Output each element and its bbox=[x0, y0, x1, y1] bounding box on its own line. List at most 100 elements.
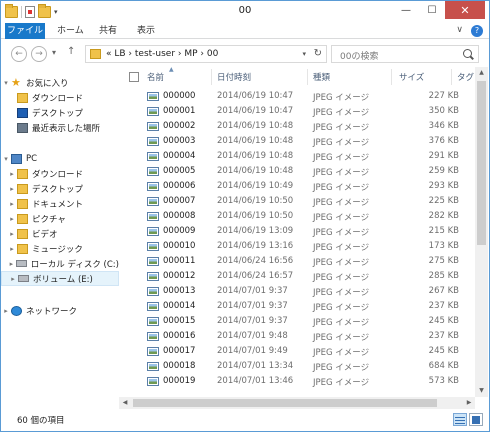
tab-home[interactable]: ホーム bbox=[57, 23, 84, 39]
file-row[interactable]: 000018 2014/07/01 13:34 JPEG イメージ 684 KB bbox=[119, 359, 475, 374]
chevron-down-icon[interactable]: ▾ bbox=[1, 155, 11, 163]
vertical-scrollbar[interactable]: ▲ ▼ bbox=[475, 67, 488, 397]
tab-view[interactable]: 表示 bbox=[137, 23, 155, 39]
vertical-scroll-thumb[interactable] bbox=[477, 81, 486, 245]
file-row[interactable]: 000015 2014/07/01 9:37 JPEG イメージ 245 KB bbox=[119, 314, 475, 329]
file-date: 2014/06/19 10:47 bbox=[217, 106, 294, 116]
chevron-right-icon[interactable]: ▸ bbox=[8, 275, 18, 283]
file-row[interactable]: 000012 2014/06/24 16:57 JPEG イメージ 285 KB bbox=[119, 269, 475, 284]
column-type[interactable]: 種類 bbox=[313, 71, 330, 83]
address-bar[interactable]: « LB › test-user › MP › 00 ▾ ↻ bbox=[85, 45, 327, 63]
horizontal-scroll-thumb[interactable] bbox=[133, 399, 437, 407]
chevron-right-icon[interactable]: ▸ bbox=[7, 185, 17, 193]
maximize-button[interactable]: ☐ bbox=[419, 1, 445, 19]
file-row[interactable]: 000001 2014/06/19 10:47 JPEG イメージ 350 KB bbox=[119, 104, 475, 119]
nav-pc[interactable]: ▾ PC bbox=[1, 151, 119, 166]
jpeg-file-icon bbox=[147, 152, 159, 161]
file-row[interactable]: 000002 2014/06/19 10:48 JPEG イメージ 346 KB bbox=[119, 119, 475, 134]
nav-pc-pictures[interactable]: ▸ ピクチャ bbox=[1, 211, 119, 226]
explorer-window: ▾ 00 — ☐ ✕ ファイル ホーム 共有 表示 ∨ ? ← → ▾ ↑ « … bbox=[0, 0, 490, 432]
select-all-checkbox[interactable] bbox=[129, 72, 139, 82]
column-size[interactable]: サイズ bbox=[399, 71, 424, 83]
recent-locations-dropdown[interactable]: ▾ bbox=[52, 48, 56, 57]
file-row[interactable]: 000011 2014/06/24 16:56 JPEG イメージ 275 KB bbox=[119, 254, 475, 269]
file-row[interactable]: 000006 2014/06/19 10:49 JPEG イメージ 293 KB bbox=[119, 179, 475, 194]
file-row[interactable]: 000017 2014/07/01 9:49 JPEG イメージ 245 KB bbox=[119, 344, 475, 359]
chevron-right-icon[interactable]: ▸ bbox=[7, 200, 17, 208]
horizontal-scrollbar[interactable]: ◀ ▶ bbox=[119, 397, 475, 409]
nav-pc-documents[interactable]: ▸ ドキュメント bbox=[1, 196, 119, 211]
nav-favorites-recent[interactable]: 最近表示した場所 bbox=[1, 120, 119, 135]
jpeg-file-icon bbox=[147, 242, 159, 251]
scroll-left-icon[interactable]: ◀ bbox=[119, 397, 131, 409]
file-row[interactable]: 000005 2014/06/19 10:48 JPEG イメージ 259 KB bbox=[119, 164, 475, 179]
scroll-down-icon[interactable]: ▼ bbox=[475, 385, 488, 397]
file-row[interactable]: 000009 2014/06/19 13:09 JPEG イメージ 215 KB bbox=[119, 224, 475, 239]
chevron-right-icon[interactable]: ▸ bbox=[7, 245, 17, 253]
chevron-right-icon[interactable]: ▸ bbox=[1, 307, 11, 315]
column-tag[interactable]: タグ bbox=[457, 71, 474, 83]
jpeg-file-icon bbox=[147, 287, 159, 296]
file-row[interactable]: 000016 2014/07/01 9:48 JPEG イメージ 237 KB bbox=[119, 329, 475, 344]
file-type: JPEG イメージ bbox=[313, 288, 370, 298]
back-button[interactable]: ← bbox=[11, 46, 27, 62]
downloads-folder-icon bbox=[17, 92, 28, 103]
close-button[interactable]: ✕ bbox=[445, 1, 485, 19]
nav-pc-local-disk[interactable]: ▸ ローカル ディスク (C:) bbox=[1, 256, 119, 271]
chevron-down-icon[interactable]: ▾ bbox=[1, 79, 11, 87]
file-name: 000015 bbox=[163, 316, 196, 326]
drive-icon bbox=[18, 275, 29, 282]
up-button[interactable]: ↑ bbox=[67, 46, 75, 57]
file-row[interactable]: 000008 2014/06/19 10:50 JPEG イメージ 282 KB bbox=[119, 209, 475, 224]
chevron-right-icon[interactable]: ▸ bbox=[7, 260, 16, 268]
scroll-up-icon[interactable]: ▲ bbox=[475, 67, 488, 79]
nav-pc-downloads[interactable]: ▸ ダウンロード bbox=[1, 166, 119, 181]
file-type: JPEG イメージ bbox=[313, 198, 370, 208]
file-size: 237 KB bbox=[428, 301, 459, 311]
file-size: 215 KB bbox=[428, 226, 459, 236]
nav-favorites[interactable]: ▾ ★ お気に入り bbox=[1, 75, 119, 90]
minimize-button[interactable]: — bbox=[393, 1, 419, 19]
file-row[interactable]: 000010 2014/06/19 13:16 JPEG イメージ 173 KB bbox=[119, 239, 475, 254]
nav-pc-volume-e[interactable]: ▸ ボリューム (E:) bbox=[1, 271, 119, 286]
address-dropdown[interactable]: ▾ bbox=[302, 50, 306, 58]
file-name: 000009 bbox=[163, 226, 196, 236]
search-box[interactable]: 00の検索 bbox=[331, 45, 479, 63]
column-name[interactable]: 名前 bbox=[147, 71, 164, 83]
search-icon[interactable] bbox=[463, 49, 472, 58]
file-row[interactable]: 000014 2014/07/01 9:37 JPEG イメージ 237 KB bbox=[119, 299, 475, 314]
nav-pc-desktop[interactable]: ▸ デスクトップ bbox=[1, 181, 119, 196]
large-icons-view-button[interactable] bbox=[469, 413, 483, 426]
file-row[interactable]: 000004 2014/06/19 10:48 JPEG イメージ 291 KB bbox=[119, 149, 475, 164]
nav-favorites-desktop[interactable]: デスクトップ bbox=[1, 105, 119, 120]
nav-favorites-downloads[interactable]: ダウンロード bbox=[1, 90, 119, 105]
file-row[interactable]: 000003 2014/06/19 10:48 JPEG イメージ 376 KB bbox=[119, 134, 475, 149]
refresh-button[interactable]: ↻ bbox=[314, 48, 322, 59]
tab-file[interactable]: ファイル bbox=[5, 23, 45, 39]
file-row[interactable]: 000013 2014/07/01 9:37 JPEG イメージ 267 KB bbox=[119, 284, 475, 299]
column-date[interactable]: 日付時刻 bbox=[217, 71, 251, 83]
star-icon: ★ bbox=[11, 75, 21, 89]
breadcrumb[interactable]: « LB › test-user › MP › 00 bbox=[106, 49, 218, 59]
scroll-right-icon[interactable]: ▶ bbox=[463, 397, 475, 409]
nav-network[interactable]: ▸ ネットワーク bbox=[1, 303, 119, 318]
details-view-button[interactable] bbox=[453, 413, 467, 426]
help-icon[interactable]: ? bbox=[471, 25, 483, 37]
jpeg-file-icon bbox=[147, 212, 159, 221]
file-type: JPEG イメージ bbox=[313, 378, 370, 388]
chevron-right-icon[interactable]: ▸ bbox=[7, 215, 17, 223]
details-view-icon bbox=[455, 417, 465, 418]
chevron-right-icon[interactable]: ▸ bbox=[7, 170, 17, 178]
file-row[interactable]: 000007 2014/06/19 10:50 JPEG イメージ 225 KB bbox=[119, 194, 475, 209]
file-size: 245 KB bbox=[428, 316, 459, 326]
nav-pc-music[interactable]: ▸ ミュージック bbox=[1, 241, 119, 256]
file-row[interactable]: 000000 2014/06/19 10:47 JPEG イメージ 227 KB bbox=[119, 89, 475, 104]
file-name: 000010 bbox=[163, 241, 196, 251]
file-row[interactable]: 000019 2014/07/01 13:46 JPEG イメージ 573 KB bbox=[119, 374, 475, 389]
search-input[interactable]: 00の検索 bbox=[340, 49, 378, 62]
tab-share[interactable]: 共有 bbox=[99, 23, 117, 39]
nav-pc-videos[interactable]: ▸ ビデオ bbox=[1, 226, 119, 241]
forward-button[interactable]: → bbox=[31, 46, 47, 62]
chevron-right-icon[interactable]: ▸ bbox=[7, 230, 17, 238]
expand-ribbon-button[interactable]: ∨ bbox=[456, 25, 463, 37]
